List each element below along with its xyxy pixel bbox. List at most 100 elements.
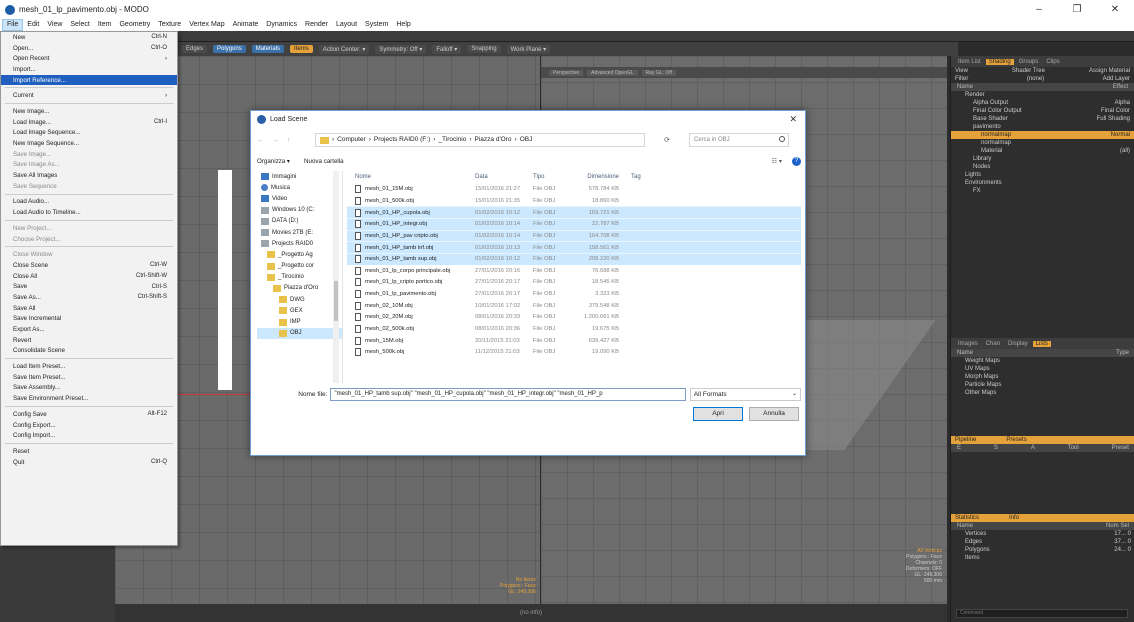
nav-item[interactable]: Video: [257, 193, 342, 204]
file-row[interactable]: mesh_01_HP_cupola.obj 01/02/2016 10:12 Fil…: [347, 206, 801, 219]
col-name-header[interactable]: Nome: [347, 174, 475, 180]
menu-select[interactable]: Select: [66, 19, 93, 31]
lists-item[interactable]: Weight Maps: [951, 357, 1134, 365]
col-size-header[interactable]: Dimensione: [575, 174, 625, 180]
menu-vertex-map[interactable]: Vertex Map: [185, 19, 228, 31]
menu-file[interactable]: File: [2, 19, 24, 31]
nav-item[interactable]: Movies 2TB (E:: [257, 227, 342, 238]
help-icon[interactable]: ?: [792, 156, 801, 166]
scroll-thumb[interactable]: [334, 281, 338, 321]
shader-tree-item[interactable]: normalmap Normal: [951, 131, 1134, 139]
breadcrumb-item[interactable]: Computer: [337, 134, 366, 146]
nav-item[interactable]: Musica: [257, 182, 342, 193]
nav-arrows[interactable]: ← → ↑: [257, 137, 315, 144]
shader-tree-item[interactable]: Material (all): [951, 147, 1134, 155]
file-menu-item[interactable]: Load Item Preset...: [1, 361, 177, 372]
col-tag-header[interactable]: Tag: [625, 174, 655, 180]
file-menu-item[interactable]: Reset: [1, 446, 177, 457]
search-input[interactable]: Cerca in OBJ: [689, 133, 789, 147]
filter-select[interactable]: (none): [1027, 76, 1044, 82]
file-menu-item[interactable]: Save All Images: [1, 170, 177, 181]
file-row[interactable]: mesh_01_HP_tamb inf.obj 01/02/2016 10:13 F…: [347, 241, 801, 254]
file-row[interactable]: mesh_02_500k.obj 08/01/2016 20:36 File OBJ…: [347, 323, 801, 335]
shader-tree-item[interactable]: Nodes: [951, 163, 1134, 171]
file-menu-item[interactable]: Export As...: [1, 324, 177, 335]
file-row[interactable]: mesh_01_HP_pav cripto.obj 01/02/2016 10:1…: [347, 229, 801, 242]
file-row[interactable]: mesh_500k.obj 11/12/2015 21:03 File OBJ 19.…: [347, 347, 801, 359]
menu-edit[interactable]: Edit: [23, 19, 43, 31]
toolbar-item[interactable]: Work Plane ▾: [506, 44, 551, 54]
filename-input[interactable]: "mesh_01_HP_tamb sup.obj" "mesh_01_HP_cu…: [330, 387, 686, 401]
menu-view[interactable]: View: [43, 19, 66, 31]
nav-item[interactable]: Immagini: [257, 171, 342, 182]
file-menu-item[interactable]: Save Incremental: [1, 314, 177, 325]
file-menu-item[interactable]: New Image...: [1, 106, 177, 117]
shader-tree-item[interactable]: Alpha Output Alpha: [951, 99, 1134, 107]
file-menu-item[interactable]: New Ctrl-N: [1, 32, 177, 43]
tab-images[interactable]: Images: [955, 341, 981, 347]
file-menu-item[interactable]: New Image Sequence...: [1, 138, 177, 149]
nav-item[interactable]: GEX: [257, 305, 342, 316]
nav-item[interactable]: _Progetto Ag: [257, 249, 342, 260]
view-select[interactable]: Shader Tree: [1012, 68, 1045, 74]
col-date-header[interactable]: Data: [475, 174, 533, 180]
file-row[interactable]: mesh_01_HP_integr.obj 01/02/2016 10:14 Fil…: [347, 218, 801, 230]
tab-shading[interactable]: Shading: [985, 58, 1014, 65]
file-menu-item[interactable]: Consolidate Scene: [1, 346, 177, 357]
menu-layout[interactable]: Layout: [332, 19, 361, 31]
tab-pipeline[interactable]: Pipeline: [955, 437, 976, 443]
organize-button[interactable]: Organizza ▾: [257, 158, 290, 165]
file-menu-item[interactable]: Current ›: [1, 90, 177, 101]
breadcrumb-item[interactable]: OBJ: [520, 134, 533, 146]
toolbar-item[interactable]: Polygons: [213, 45, 246, 53]
nav-item[interactable]: IMP: [257, 316, 342, 327]
file-menu-item[interactable]: Open Recent ›: [1, 53, 177, 64]
toolbar-item[interactable]: Symmetry: Off ▾: [375, 44, 427, 54]
file-menu-item[interactable]: Quit Ctrl-Q: [1, 457, 177, 468]
file-menu-item[interactable]: Close All Ctrl-Shift-W: [1, 271, 177, 282]
toolbar-item[interactable]: Snapping: [467, 45, 501, 53]
nav-item[interactable]: OBJ: [257, 327, 342, 339]
menu-dynamics[interactable]: Dynamics: [262, 19, 301, 31]
menu-system[interactable]: System: [361, 19, 392, 31]
file-menu-item[interactable]: Load Image Sequence...: [1, 128, 177, 139]
file-type-select[interactable]: All Formats ⌄: [689, 387, 801, 401]
new-folder-button[interactable]: Nuova cartella: [304, 158, 344, 165]
stats-row[interactable]: Polygons 24... 0: [951, 546, 1134, 554]
nav-item[interactable]: Piazza d'Oro: [257, 283, 342, 294]
minimize-button[interactable]: –: [1020, 0, 1058, 19]
file-menu-item[interactable]: Close Scene Ctrl-W: [1, 260, 177, 271]
file-menu-item[interactable]: Save All: [1, 303, 177, 314]
tab-item-list[interactable]: Item List: [955, 59, 984, 65]
close-icon[interactable]: ✕: [789, 114, 797, 125]
nav-item[interactable]: DATA (D:): [257, 216, 342, 227]
address-bar[interactable]: › Computer › Projects RAID0 (F:) › _Tirocinio…: [315, 133, 645, 147]
file-menu-item[interactable]: Revert: [1, 335, 177, 346]
file-row[interactable]: mesh_01_lp_corpo principale.obj 27/01/201…: [347, 265, 801, 277]
file-row[interactable]: mesh_02_10M.obj 10/01/2016 17:02 File OBJ 3…: [347, 300, 801, 312]
nav-scrollbar[interactable]: [333, 171, 339, 383]
shader-tree-item[interactable]: Library: [951, 155, 1134, 163]
file-menu-item[interactable]: Config Save Alt-F12: [1, 409, 177, 420]
shader-tree-item[interactable]: Final Color Output Final Color: [951, 107, 1134, 115]
shader-tree-item[interactable]: pavimento: [951, 123, 1134, 131]
tab-statistics[interactable]: Statistics: [955, 515, 979, 521]
col-type-header[interactable]: Tipo: [533, 174, 575, 180]
file-row[interactable]: mesh_15M.obj 20/11/2015 21:03 File OBJ 639.…: [347, 335, 801, 347]
nav-item[interactable]: _Tirocinio: [257, 272, 342, 283]
lists-item[interactable]: Particle Maps: [951, 381, 1134, 389]
nav-item[interactable]: Projects RAID0: [257, 238, 342, 249]
shader-tree-item[interactable]: FX: [951, 187, 1134, 195]
nav-item[interactable]: Windows 10 (C:: [257, 205, 342, 216]
shader-tree-item[interactable]: normalmap: [951, 139, 1134, 147]
menu-animate[interactable]: Animate: [229, 19, 263, 31]
lists-item[interactable]: Morph Maps: [951, 373, 1134, 381]
cancel-button[interactable]: Annulla: [749, 407, 799, 421]
tab-chan[interactable]: Chan: [983, 341, 1003, 347]
tab-lists[interactable]: Lists: [1032, 340, 1052, 347]
view-options-icon[interactable]: ☷ ▾: [772, 158, 782, 165]
viewport-tab-opengl[interactable]: Advanced OpenGL: [587, 69, 638, 76]
menu-item[interactable]: Item: [94, 19, 116, 31]
add-layer-button[interactable]: Add Layer: [1103, 76, 1130, 82]
shader-tree-item[interactable]: Lights: [951, 171, 1134, 179]
